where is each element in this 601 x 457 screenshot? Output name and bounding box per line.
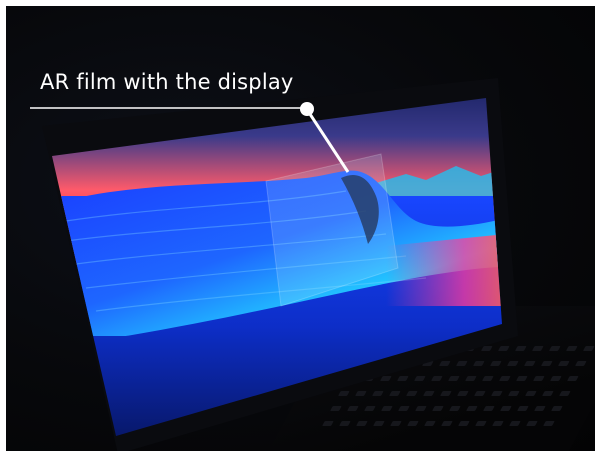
callout-label: AR film with the display [40,70,294,94]
callout-dot-icon [300,102,314,116]
photo-frame: AR film with the display [6,6,595,451]
